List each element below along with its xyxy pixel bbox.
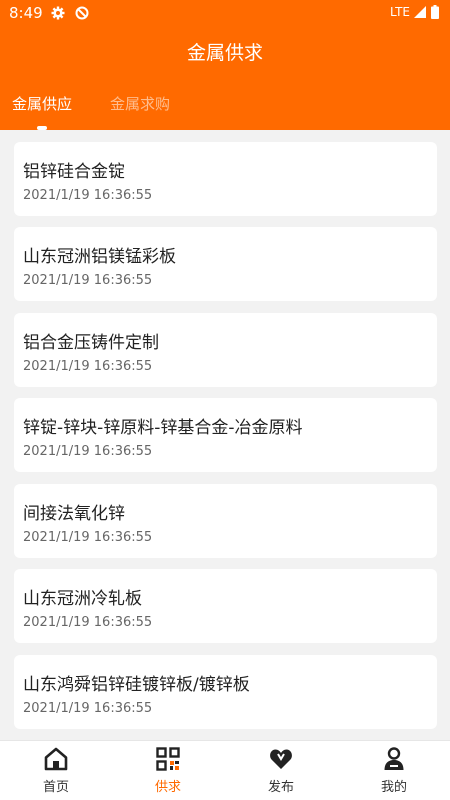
nav-publish-label: 发布 bbox=[267, 780, 294, 795]
qr-grid-icon bbox=[156, 747, 180, 771]
nav-mine-label: 我的 bbox=[380, 780, 407, 795]
item-date: 2021/1/19 16:36:55 bbox=[23, 701, 153, 716]
list-item[interactable]: 山东冠洲铝镁锰彩板 2021/1/19 16:36:55 bbox=[14, 227, 437, 301]
item-date: 2021/1/19 16:36:55 bbox=[23, 444, 153, 459]
data-saver-icon bbox=[75, 6, 89, 20]
app-header: 8:49 LTE 金属供求 金属供应 金属求购 bbox=[0, 0, 450, 130]
nav-mine[interactable]: 我的 bbox=[338, 741, 450, 800]
item-date: 2021/1/19 16:36:55 bbox=[23, 188, 153, 203]
list-item[interactable]: 锌锭-锌块-锌原料-锌基合金-冶金原料 2021/1/19 16:36:55 bbox=[14, 398, 437, 472]
list-item[interactable]: 山东冠洲冷轧板 2021/1/19 16:36:55 bbox=[14, 569, 437, 643]
item-title: 锌锭-锌块-锌原料-锌基合金-冶金原料 bbox=[23, 418, 303, 438]
nav-supply-demand[interactable]: 供求 bbox=[112, 741, 224, 800]
tab-metal-supply[interactable]: 金属供应 bbox=[12, 93, 72, 114]
heart-icon bbox=[270, 749, 292, 769]
item-date: 2021/1/19 16:36:55 bbox=[23, 273, 153, 288]
item-title: 山东冠洲铝镁锰彩板 bbox=[23, 247, 176, 267]
list-item[interactable]: 铝锌硅合金锭 2021/1/19 16:36:55 bbox=[14, 142, 437, 216]
item-title: 山东冠洲冷轧板 bbox=[23, 589, 142, 609]
item-date: 2021/1/19 16:36:55 bbox=[23, 359, 153, 374]
list-item[interactable]: 铝合金压铸件定制 2021/1/19 16:36:55 bbox=[14, 313, 437, 387]
item-title: 山东鸿舜铝锌硅镀锌板/镀锌板 bbox=[23, 675, 250, 695]
gear-icon bbox=[51, 6, 65, 20]
supply-list[interactable]: 铝锌硅合金锭 2021/1/19 16:36:55 山东冠洲铝镁锰彩板 2021… bbox=[0, 130, 450, 740]
nav-home-label: 首页 bbox=[42, 780, 69, 795]
item-title: 铝合金压铸件定制 bbox=[23, 333, 159, 353]
battery-icon bbox=[431, 5, 439, 19]
status-time: 8:49 bbox=[9, 4, 43, 22]
list-item[interactable]: 山东鸿舜铝锌硅镀锌板/镀锌板 2021/1/19 16:36:55 bbox=[14, 655, 437, 729]
item-date: 2021/1/19 16:36:55 bbox=[23, 530, 153, 545]
nav-home[interactable]: 首页 bbox=[0, 741, 112, 800]
bottom-navigation: 首页 供求 发布 我的 bbox=[0, 740, 450, 800]
status-bar: 8:49 LTE bbox=[0, 0, 450, 26]
signal-icon bbox=[414, 6, 426, 18]
page-title: 金属供求 bbox=[186, 42, 263, 64]
nav-supply-demand-label: 供求 bbox=[154, 780, 181, 795]
tab-metal-demand[interactable]: 金属求购 bbox=[110, 93, 170, 114]
person-icon bbox=[384, 747, 404, 770]
list-item[interactable]: 间接法氧化锌 2021/1/19 16:36:55 bbox=[14, 484, 437, 558]
network-type: LTE bbox=[390, 5, 410, 19]
item-date: 2021/1/19 16:36:55 bbox=[23, 615, 153, 630]
item-title: 间接法氧化锌 bbox=[23, 504, 125, 524]
home-icon bbox=[44, 747, 68, 771]
item-title: 铝锌硅合金锭 bbox=[23, 162, 125, 182]
nav-publish[interactable]: 发布 bbox=[225, 741, 337, 800]
